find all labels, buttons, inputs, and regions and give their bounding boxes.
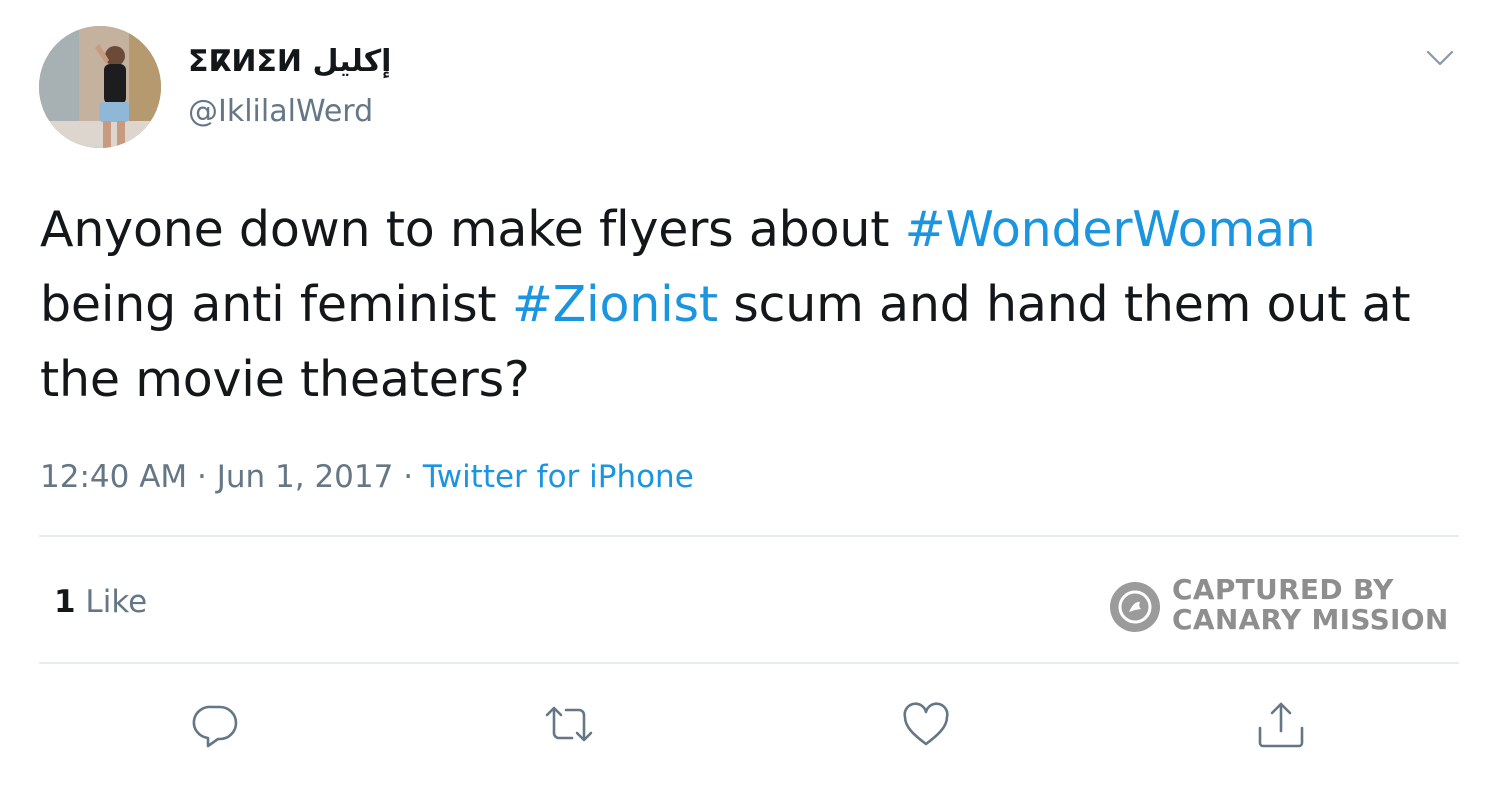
tweet-card: ⵉⴽⵍⵉⵍ إكليل @IklilalWerd Anyone down to … — [0, 0, 1492, 785]
heart-icon — [903, 702, 949, 746]
reply-icon — [192, 705, 238, 748]
tweet-text-segment: Anyone down to make flyers about — [40, 201, 905, 258]
like-count: 1 — [54, 584, 76, 620]
tweet-metadata: 12:40 AM · Jun 1, 2017 · Twitter for iPh… — [40, 455, 694, 499]
likes-stat[interactable]: 1 Like — [54, 582, 147, 622]
tweet-text: Anyone down to make flyers about #Wonder… — [40, 192, 1460, 417]
share-icon — [1258, 702, 1304, 748]
hashtag-link-zionist[interactable]: #Zionist — [512, 276, 718, 333]
watermark-line-2: CANARY MISSION — [1172, 603, 1449, 636]
avatar[interactable] — [39, 26, 161, 148]
retweet-button[interactable] — [541, 697, 597, 753]
divider — [39, 535, 1459, 537]
hashtag-link-wonderwoman[interactable]: #WonderWoman — [905, 201, 1316, 258]
like-label: Like — [75, 584, 148, 620]
canary-mission-watermark: CAPTURED BY CANARY MISSION — [1110, 574, 1450, 640]
canary-bird-icon — [1110, 582, 1160, 632]
avatar-image — [39, 26, 161, 148]
tweet-time[interactable]: 12:40 AM — [40, 459, 187, 495]
tweet-date[interactable]: Jun 1, 2017 — [217, 459, 394, 495]
meta-separator: · — [187, 459, 217, 495]
retweet-icon — [545, 706, 593, 742]
watermark-line-1: CAPTURED BY — [1172, 573, 1394, 606]
like-button[interactable] — [898, 697, 954, 753]
chevron-down-icon[interactable] — [1420, 38, 1460, 78]
share-button[interactable] — [1253, 697, 1309, 753]
divider — [39, 662, 1459, 664]
display-name[interactable]: ⵉⴽⵍⵉⵍ إكليل — [188, 42, 391, 82]
reply-button[interactable] — [188, 697, 244, 753]
tweet-source-link[interactable]: Twitter for iPhone — [423, 459, 694, 495]
user-handle[interactable]: @IklilalWerd — [188, 92, 373, 132]
meta-separator: · — [393, 459, 423, 495]
tweet-text-segment: being anti feminist — [40, 276, 512, 333]
